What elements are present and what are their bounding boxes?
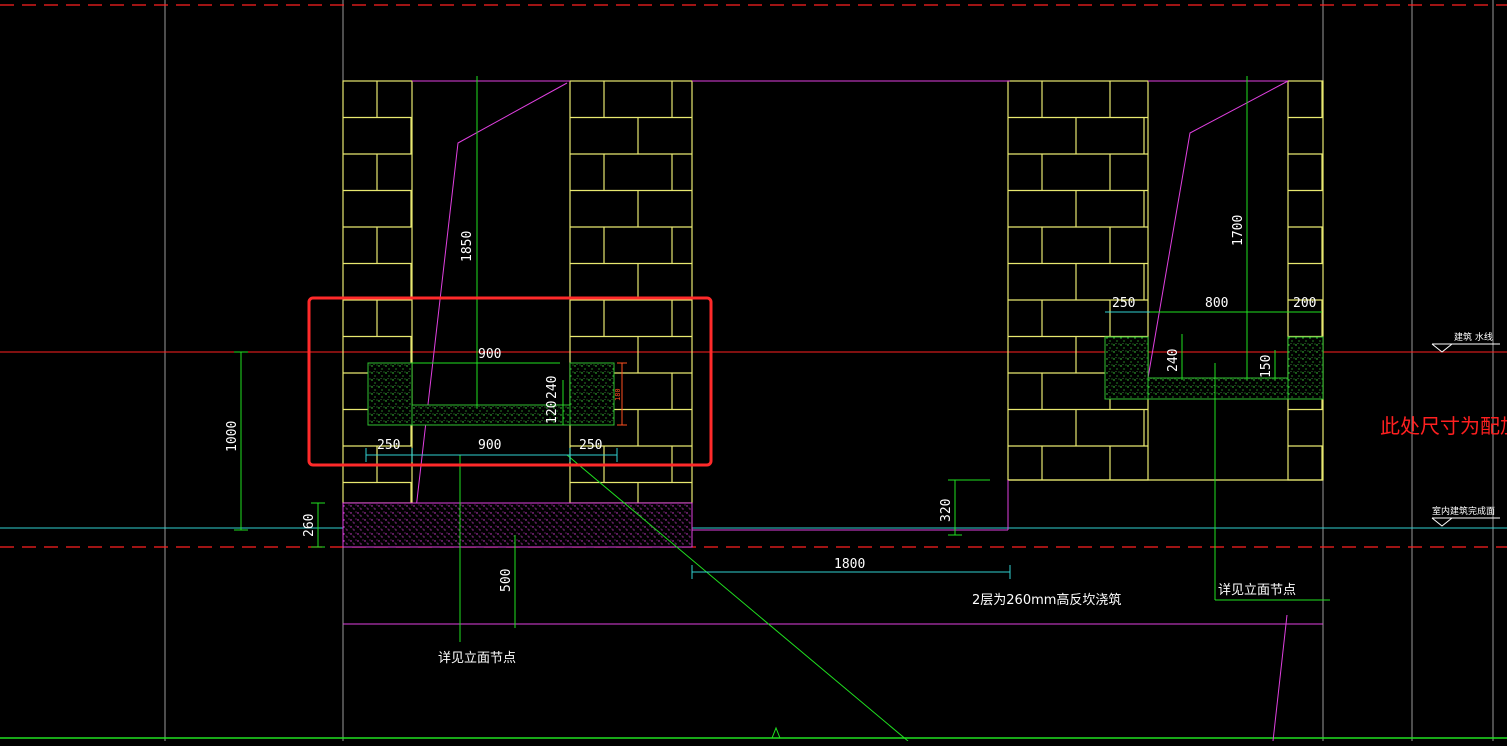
right-beam-block-b: [1287, 336, 1324, 400]
brick-wall-outline: [1007, 80, 1149, 481]
dim-left-seg-a: 250: [377, 438, 400, 453]
note-left-detail: 详见立面节点: [438, 651, 516, 666]
cad-drawing: 1850 1700 900 240 120 180 250 900 250 10…: [0, 0, 1507, 742]
note-side-annotation: 此处尺寸为配加气: [1380, 414, 1507, 438]
dim-floor-drop: 320: [939, 499, 954, 522]
note-curb: 2层为260mm高反坎浇筑: [972, 592, 1121, 608]
note-right-detail: 详见立面节点: [1218, 583, 1296, 598]
dim-left-drop: 500: [499, 569, 514, 592]
cad-drawing-canvas: 1850 1700 900 240 120 180 250 900 250 10…: [0, 0, 1507, 742]
dim-left-beam-lower: 120: [545, 401, 560, 424]
dim-left-span-top: 900: [478, 347, 501, 362]
dim-right-beam-lower: 150: [1259, 355, 1274, 378]
right-beam-block-a: [1104, 336, 1149, 400]
left-beam-block-a: [367, 362, 413, 426]
dim-opening-width: 1800: [834, 557, 865, 572]
note-level-top: 建筑 水线: [1454, 331, 1493, 343]
dim-left-seg-c: 250: [579, 438, 602, 453]
brick-wall-outline: [1287, 80, 1324, 481]
dim-left-total: 1000: [225, 421, 240, 452]
note-level-floor: 室内建筑完成面: [1432, 505, 1495, 517]
dim-right-beam-depth: 240: [1166, 349, 1181, 372]
dim-left-seg-b: 900: [478, 438, 501, 453]
dim-right-height: 1700: [1231, 215, 1246, 246]
dim-left-curb: 260: [302, 514, 317, 537]
right-wall-outline: [692, 480, 1009, 531]
left-beam-block-b: [569, 362, 615, 426]
dim-right-b: 800: [1205, 296, 1228, 311]
left-curb-band: [342, 502, 693, 548]
dim-right-c: 200: [1293, 296, 1316, 311]
break-mark: [765, 726, 790, 739]
dim-left-height: 1850: [460, 231, 475, 262]
dim-left-beam-small: 180: [614, 388, 622, 401]
right-beam-lintel: [1147, 377, 1289, 400]
dim-right-a: 250: [1112, 296, 1135, 311]
dim-left-beam-depth: 240: [545, 376, 560, 399]
